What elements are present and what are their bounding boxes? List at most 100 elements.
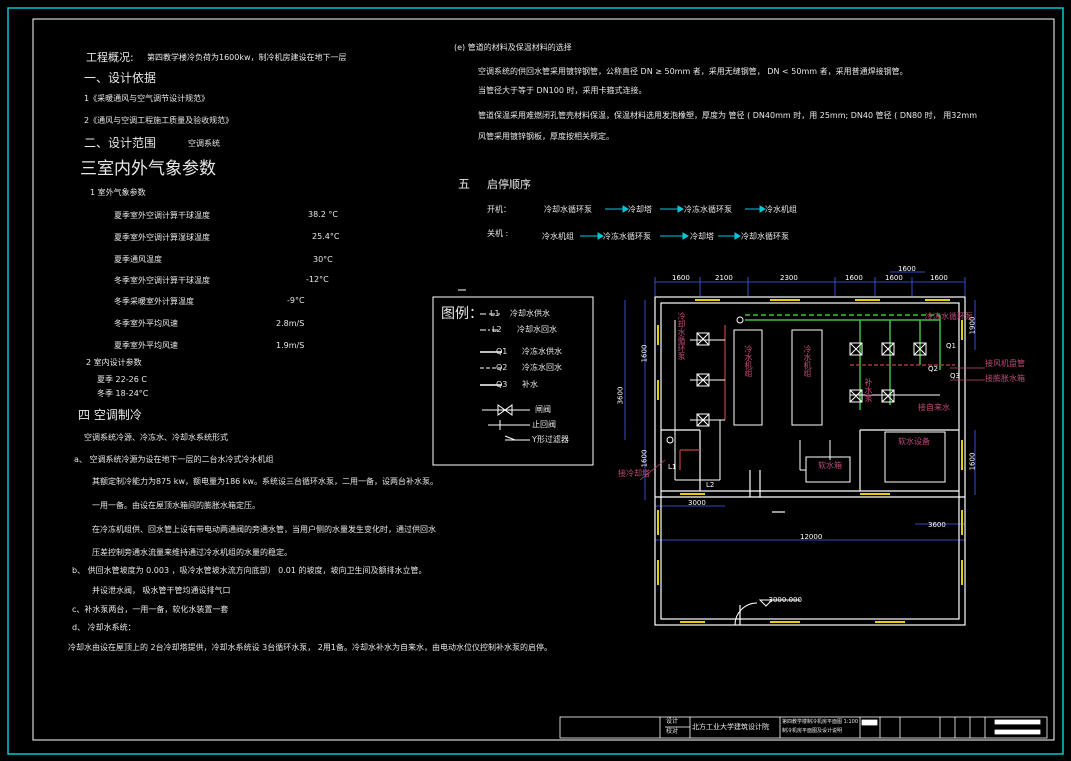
titleblock-cell: 校对 xyxy=(666,728,679,735)
section-e-line: 当管径大于等于 DN100 时，采用卡箍式连接。 xyxy=(478,86,647,95)
legend-label: 止回阀 xyxy=(532,420,556,429)
start-step: 冷水机组 xyxy=(765,205,797,214)
param-value: -9°C xyxy=(287,296,305,305)
dim-label: 1600 xyxy=(640,344,649,363)
dim-label: 1600 xyxy=(845,274,863,282)
chiller-label: 冷水机组 xyxy=(803,345,812,377)
legend-code: L1 xyxy=(490,309,500,318)
legend-code: Q3 xyxy=(496,380,508,389)
overview-label: 工程概况: xyxy=(86,51,134,64)
section-2-value: 空调系统 xyxy=(188,139,220,148)
q1-label: Q1 xyxy=(946,342,956,350)
stop-label: 关机 : xyxy=(487,229,509,238)
section-1-item-1: 1《采暖通风与空气调节设计规范》 xyxy=(84,94,210,103)
legend-code: Q2 xyxy=(496,363,508,372)
param-label: 夏季通风温度 xyxy=(114,255,162,264)
chiller-label: 冷水机组 xyxy=(744,345,753,377)
dim-label: 12000 xyxy=(800,533,823,541)
note-a-line: 其额定制冷能力为875 kw，额电量为186 kw。系统设三台循环水泵，二用一备… xyxy=(92,477,438,486)
inner-border xyxy=(32,18,1055,741)
to-ahu-label: 接风机盘管 xyxy=(985,359,1025,368)
section-5-title: 启停顺序 xyxy=(487,178,531,191)
param-value: 2.8m/S xyxy=(276,319,305,328)
overview-text: 第四教学楼冷负荷为1600kw，制冷机房建设在地下一层 xyxy=(147,53,347,62)
legend-label: 闸阀 xyxy=(535,405,551,414)
section-e-line: 风管采用镀锌钢板，厚度按相关规定。 xyxy=(478,132,614,141)
legend-label: Y形过滤器 xyxy=(532,435,569,444)
dim-label: 2100 xyxy=(715,274,733,282)
dim-label: 3600 xyxy=(928,521,946,529)
param-label: 夏季室外空调计算湿球温度 xyxy=(114,233,210,242)
legend-label: 冷冻水回水 xyxy=(522,363,562,372)
q2-label: Q2 xyxy=(928,365,938,373)
start-step: 冷冻水循环泵 xyxy=(684,205,732,214)
note-a-line: a、 空调系统冷源为设在地下一层的二台水冷式冷水机组 xyxy=(74,455,274,464)
titleblock-drawing: 第四教学楼制冷机房平面图 1:100 xyxy=(782,719,858,725)
param-value: -12°C xyxy=(306,275,329,284)
section-5-number: 五 xyxy=(458,177,471,191)
note-b-line: b、 供回水管坡度为 0.003 ，吸冷水管坡水流方向底部） 0.01 的坡度，… xyxy=(72,566,427,575)
q3-label: Q3 xyxy=(950,372,960,380)
soft-tank-label: 软水箱 xyxy=(818,461,842,470)
level-label: -3000.000 xyxy=(766,596,802,604)
param-value: 1.9m/S xyxy=(276,341,305,350)
dim-label: 3000 xyxy=(688,499,706,507)
note-a-line: 一用一备。由设在屋顶水箱间的膨胀水箱定压。 xyxy=(92,501,260,510)
dim-label: 1600 xyxy=(640,449,649,468)
legend-label: 冷却水供水 xyxy=(510,309,550,318)
legend-label: 补水 xyxy=(522,380,538,389)
param-value: 30°C xyxy=(313,255,333,264)
cooling-pump-label: 冷却水循环泵 xyxy=(677,312,686,360)
titleblock-drawing-2: 制冷机房平面图及设计说明 xyxy=(782,728,843,734)
dim-label: 2300 xyxy=(780,274,798,282)
legend-code: Q1 xyxy=(496,347,508,356)
summer-range: 夏季 22-26 C xyxy=(97,375,147,384)
param-label: 夏季室外平均风速 xyxy=(114,341,178,350)
start-step: 冷却水循环泵 xyxy=(544,205,592,214)
soft-equipment-label: 软水设备 xyxy=(898,437,930,446)
note-b-line: 并设泄水阀， 吸水管干管均通设排气口 xyxy=(92,586,231,595)
chilled-pump-label: 冷冻水循环泵 xyxy=(925,312,973,321)
note-a-line: 压差控制旁通水流量来维持通过冷水机组的水量的稳定。 xyxy=(92,548,292,557)
dim-label: 1600 xyxy=(968,452,977,471)
section-4-title: 四 空调制冷 xyxy=(78,408,142,422)
section-3-sub-1: 1 室外气象参数 xyxy=(90,188,146,197)
note-d-line: d、 冷却水系统： xyxy=(72,623,136,632)
param-label: 冬季室外空调计算干球温度 xyxy=(114,276,210,285)
dim-label: 1600 xyxy=(898,265,916,273)
to-tower-label: 接冷却塔 xyxy=(618,469,650,478)
section-1-item-2: 2《通风与空调工程施工质量及验收规范》 xyxy=(84,116,234,125)
l1-label: L1 xyxy=(668,463,677,471)
legend-label: 冷冻水供水 xyxy=(522,347,562,356)
stop-step: 冷冻水循环泵 xyxy=(603,232,651,241)
section-e-line: 管道保温采用难燃闭孔管壳材料保温，保温材料选用发泡橡塑，厚度为 管径 ( DN4… xyxy=(478,111,977,120)
legend-label: 冷却水回水 xyxy=(517,325,557,334)
section-e-line: 空调系统的供回水管采用镀锌钢管，公称直径 DN ≥ 50mm 者，采用无缝钢管，… xyxy=(478,67,908,76)
param-label: 冬季室外平均风速 xyxy=(114,319,178,328)
dim-label: 1600 xyxy=(930,274,948,282)
section-1-title: 一、设计依据 xyxy=(84,71,157,85)
note-c-line: c、补水泵两台，一用一备，软化水装置一套 xyxy=(72,605,229,614)
start-label: 开机： xyxy=(487,205,511,214)
titleblock-cell: 设计 xyxy=(666,718,679,725)
section-3-sub-2: 2 室内设计参数 xyxy=(86,358,142,367)
stop-step: 冷水机组 xyxy=(542,232,574,241)
param-value: 38.2 °C xyxy=(308,210,338,219)
tap-water-label: 接自来水 xyxy=(918,403,950,412)
legend-title: 图例： xyxy=(441,306,483,322)
dim-label: 3600 xyxy=(616,386,625,405)
section-3-title: 三室内外气象参数 xyxy=(80,159,216,179)
l2-label: L2 xyxy=(706,481,715,489)
winter-range: 冬季 18-24°C xyxy=(97,389,149,398)
titleblock-school: 北方工业大学建筑设计院 xyxy=(692,723,769,731)
section-e-title: (e) 管道的材料及保温材料的选择 xyxy=(454,43,572,52)
param-value: 25.4°C xyxy=(312,232,340,241)
note-d-line: 冷却水由设在屋顶上的 2台冷却塔提供，冷却水系统设 3台循环水泵， 2用1备。冷… xyxy=(68,643,552,652)
section-2-title: 二、设计范围 xyxy=(84,136,157,150)
legend-code: L2 xyxy=(492,325,502,334)
section-4-sub: 空调系统冷源、冷冻水、冷却水系统形式 xyxy=(84,433,228,442)
dim-label: 1600 xyxy=(885,274,903,282)
to-expansion-label: 接膨胀水箱 xyxy=(985,374,1025,383)
start-step: 冷却塔 xyxy=(628,205,652,214)
stop-step: 冷却塔 xyxy=(690,232,714,241)
